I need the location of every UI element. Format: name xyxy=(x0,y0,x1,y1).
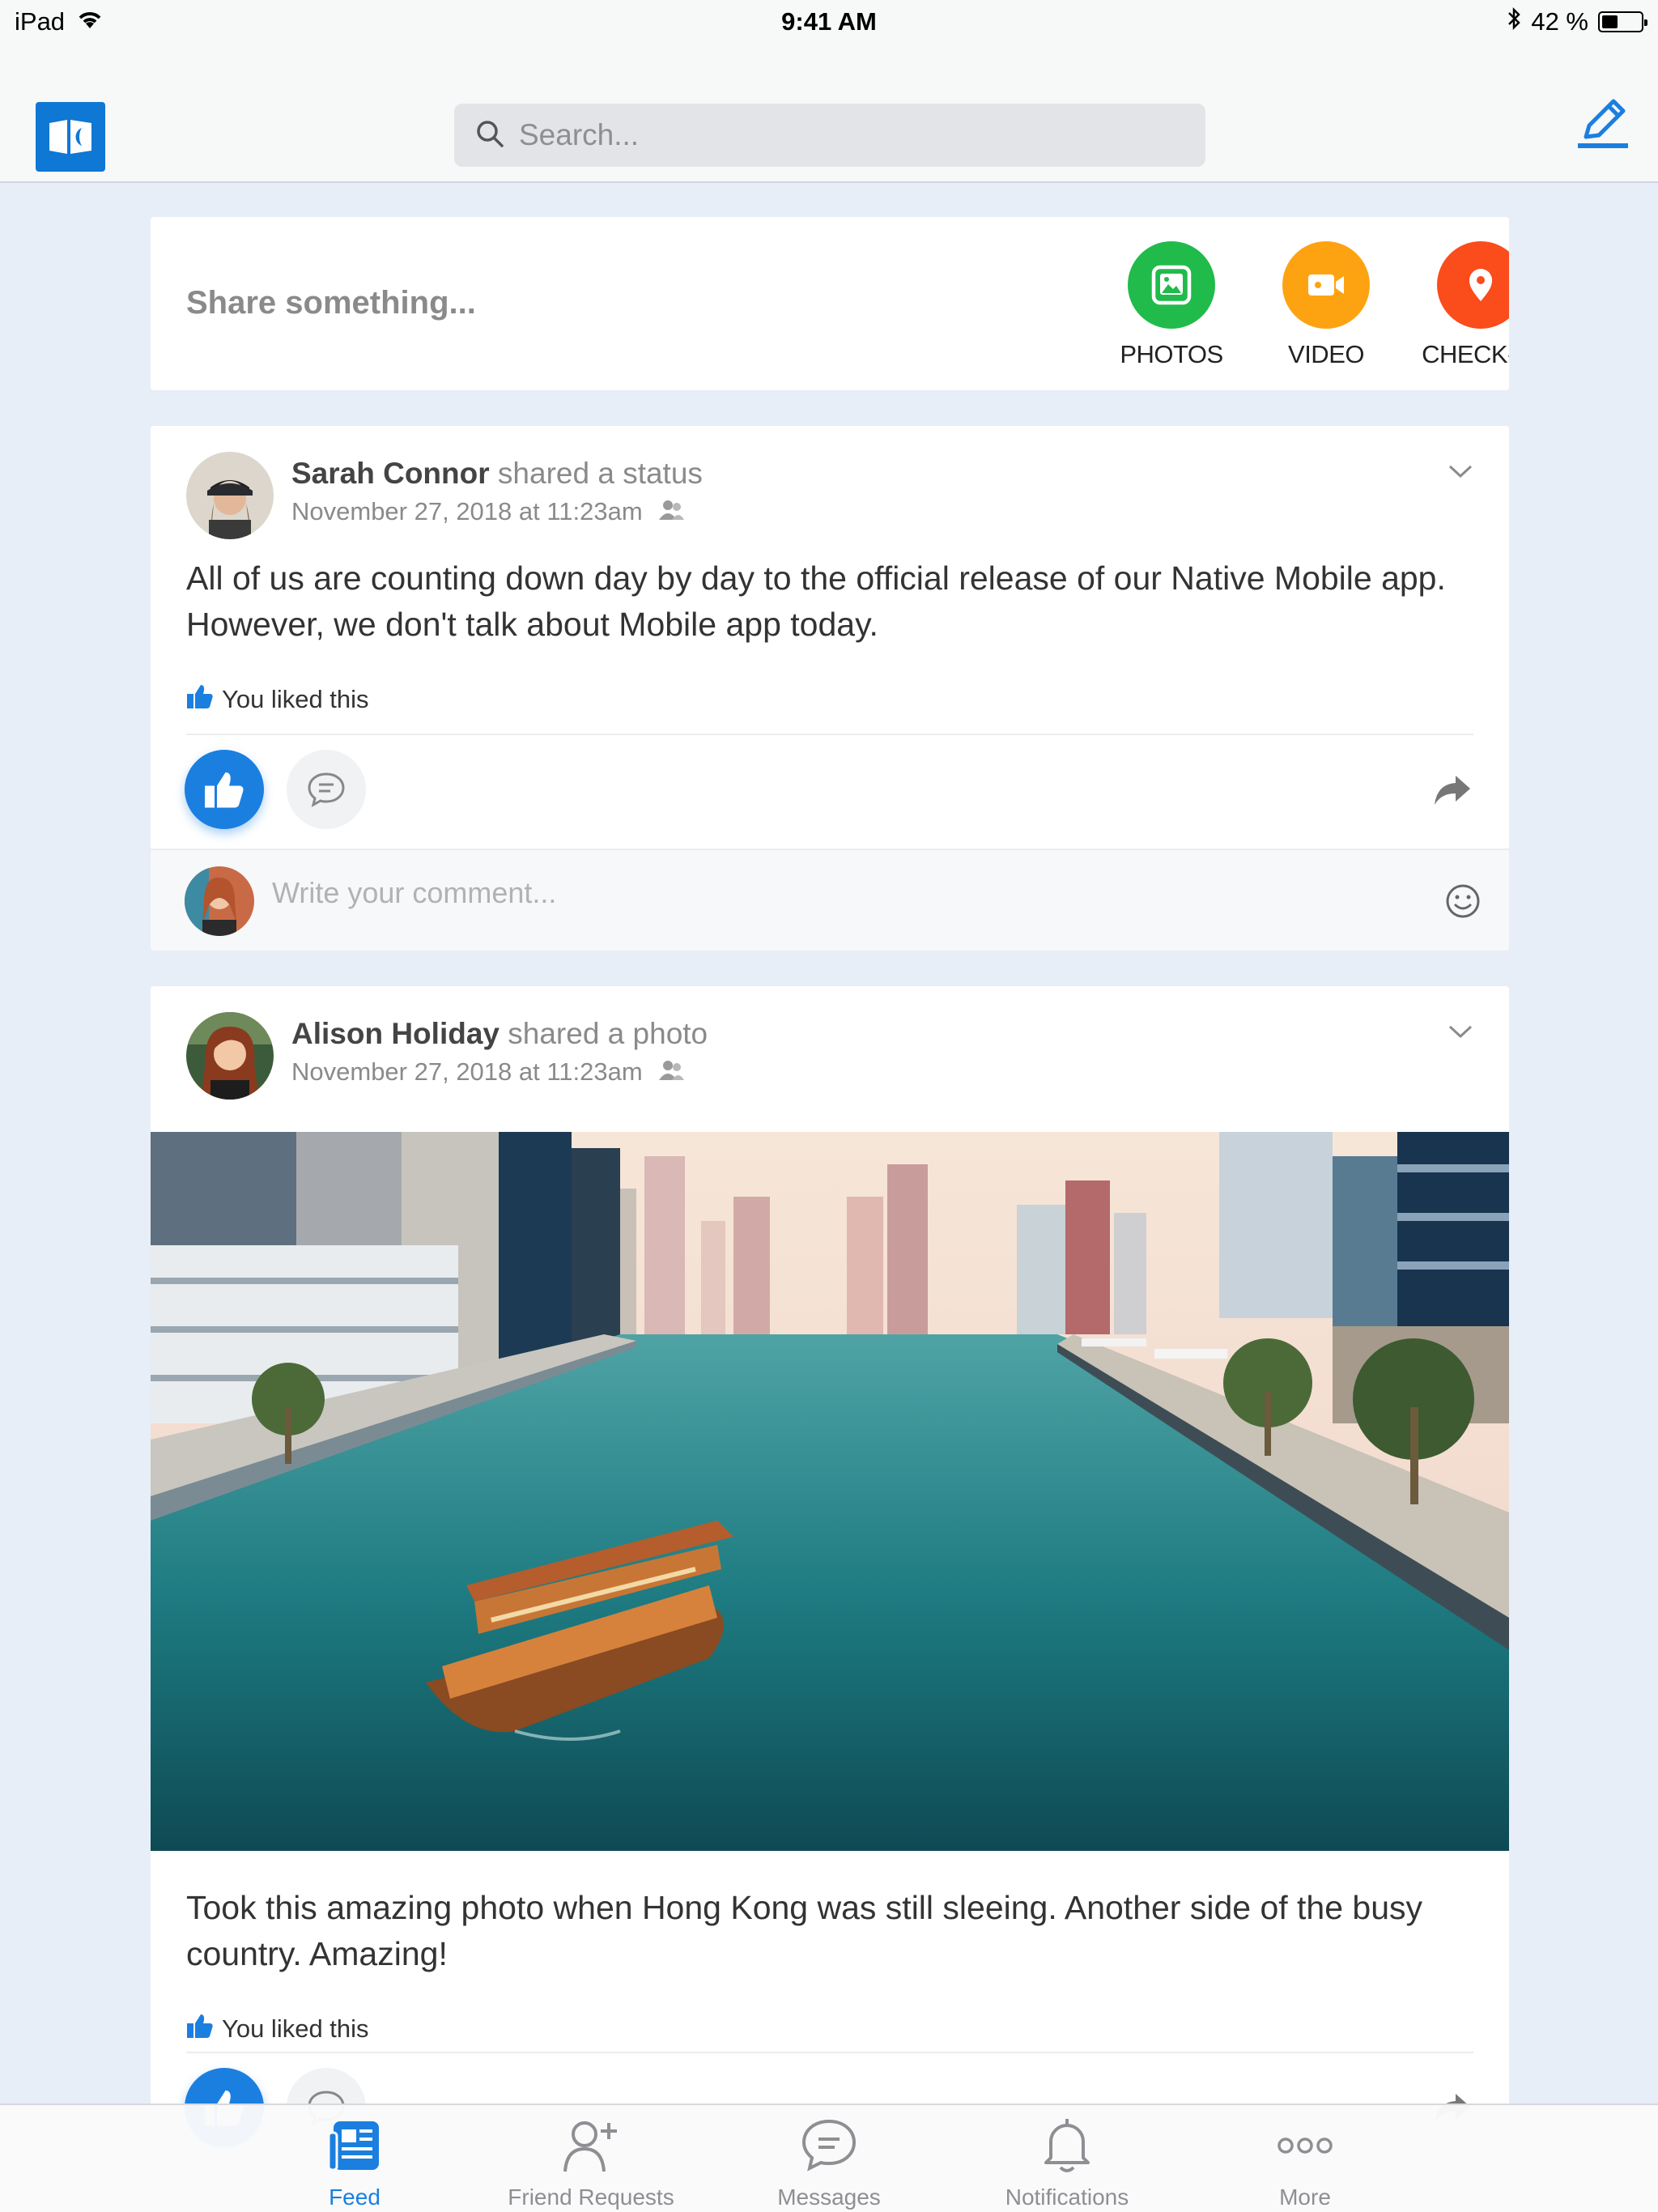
post-author[interactable]: Sarah Connor xyxy=(291,457,490,490)
tab-label: Notifications xyxy=(1005,2184,1129,2210)
tab-friend-requests[interactable]: Friend Requests xyxy=(486,2112,696,2210)
emoji-icon[interactable] xyxy=(1444,883,1482,924)
photos-icon xyxy=(1128,241,1215,329)
bell-icon xyxy=(1039,2112,1095,2180)
bottom-tab-bar: Feed Friend Requests Messages Notificati… xyxy=(0,2104,1658,2212)
device-label: iPad xyxy=(15,7,66,36)
divider xyxy=(186,734,1473,735)
video-label: VIDEO xyxy=(1288,340,1364,368)
search-input[interactable] xyxy=(519,118,1167,152)
divider xyxy=(186,2052,1473,2053)
top-nav-bar xyxy=(0,44,1658,183)
like-summary[interactable]: You liked this xyxy=(186,2013,369,2045)
compose-icon[interactable] xyxy=(1571,92,1635,157)
search-bar[interactable] xyxy=(454,104,1205,167)
post-action: shared a status xyxy=(497,457,703,490)
chevron-down-icon[interactable] xyxy=(1448,463,1473,483)
thumbs-up-icon xyxy=(205,772,244,808)
share-prompt[interactable]: Share something... xyxy=(186,285,476,321)
friends-privacy-icon xyxy=(657,1057,685,1087)
tab-label: Messages xyxy=(777,2184,881,2210)
tab-label: More xyxy=(1279,2184,1331,2210)
post-photo[interactable] xyxy=(151,1132,1509,1851)
battery-icon xyxy=(1598,11,1647,32)
post-action: shared a photo xyxy=(508,1017,708,1050)
battery-percent: 42 % xyxy=(1531,7,1588,36)
tab-feed[interactable]: Feed xyxy=(249,2112,460,2210)
post-date[interactable]: November 27, 2018 at 11:23am xyxy=(291,1057,643,1087)
video-button[interactable]: VIDEO xyxy=(1249,241,1403,369)
liked-text: You liked this xyxy=(222,2014,369,2043)
tab-label: Friend Requests xyxy=(508,2184,674,2210)
share-composer-card: Share something... PHOTOS VIDEO CHECK-IN xyxy=(151,217,1509,390)
thumbs-up-icon xyxy=(186,2013,214,2045)
video-icon xyxy=(1282,241,1370,329)
avatar[interactable] xyxy=(186,452,274,539)
check-in-button[interactable]: CHECK-IN xyxy=(1404,241,1509,369)
photos-button[interactable]: PHOTOS xyxy=(1095,241,1248,369)
share-arrow-icon[interactable] xyxy=(1428,766,1477,815)
chevron-down-icon[interactable] xyxy=(1448,1023,1473,1044)
tab-notifications[interactable]: Notifications xyxy=(962,2112,1172,2210)
tab-messages[interactable]: Messages xyxy=(724,2112,934,2210)
post-text: Took this amazing photo when Hong Kong w… xyxy=(186,1889,1423,1972)
liked-text: You liked this xyxy=(222,685,369,713)
status-time: 9:41 AM xyxy=(781,7,877,36)
tab-more[interactable]: More xyxy=(1200,2112,1410,2210)
search-icon xyxy=(475,119,504,152)
like-summary[interactable]: You liked this xyxy=(186,683,369,716)
bluetooth-icon xyxy=(1507,6,1521,37)
messages-icon xyxy=(799,2112,859,2180)
avatar xyxy=(185,866,254,936)
add-friend-icon xyxy=(559,2112,623,2180)
post-date[interactable]: November 27, 2018 at 11:23am xyxy=(291,497,643,526)
post-card: Sarah Connor shared a status November 27… xyxy=(151,426,1509,951)
post-card: Alison Holiday shared a photo November 2… xyxy=(151,986,1509,2168)
post-author[interactable]: Alison Holiday xyxy=(291,1017,500,1050)
friends-privacy-icon xyxy=(657,497,685,526)
location-pin-icon xyxy=(1437,241,1509,329)
photos-label: PHOTOS xyxy=(1120,340,1223,368)
check-in-label: CHECK-IN xyxy=(1422,340,1509,368)
like-button[interactable] xyxy=(185,750,264,829)
comment-icon xyxy=(308,772,345,807)
comment-input[interactable] xyxy=(272,876,1324,910)
wifi-icon xyxy=(76,7,104,36)
tab-label: Feed xyxy=(329,2184,380,2210)
comment-composer xyxy=(151,849,1509,951)
comment-button[interactable] xyxy=(287,750,366,829)
thumbs-up-icon xyxy=(186,683,214,716)
avatar[interactable] xyxy=(186,1012,274,1100)
feed-icon xyxy=(325,2112,384,2180)
post-text: All of us are counting down day by day t… xyxy=(186,559,1446,643)
app-logo-icon[interactable] xyxy=(36,102,105,172)
status-bar: iPad 9:41 AM 42 % xyxy=(0,0,1658,44)
more-icon xyxy=(1276,2112,1334,2180)
